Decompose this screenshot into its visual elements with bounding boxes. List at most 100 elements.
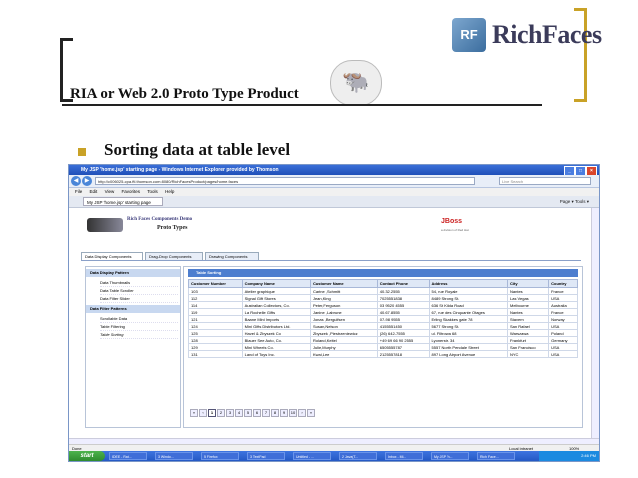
table-panel: Table Sorting Customer Number Company Nam… — [183, 266, 583, 428]
demo-title: Rich Faces Components Demo — [127, 217, 193, 222]
table-cell: San Francisco — [506, 343, 550, 351]
menu-edit[interactable]: Edit — [90, 189, 98, 194]
pager-button[interactable]: ‹ — [199, 409, 207, 417]
menu-favorites[interactable]: Favorites — [122, 189, 141, 194]
table-cell: 7025551838 — [376, 294, 430, 302]
pager-button[interactable]: 4 — [235, 409, 243, 417]
table-row[interactable]: 114 Australian Collectors, Co. Peter,Fergu… — [188, 301, 578, 309]
nav-data-table-scroller[interactable]: Data Table Scroller — [100, 287, 178, 295]
table-cell: Melbourne — [506, 301, 550, 309]
table-cell: 54, rue Royale — [428, 287, 509, 295]
pager-button[interactable]: 8 — [271, 409, 279, 417]
taskbar-item[interactable]: 5 Firefox — [201, 452, 239, 460]
url-input[interactable]: http://c006025-cpa.ftl.thomson.com:8080/… — [95, 177, 475, 185]
table-cell: Australian Collectors, Co. — [241, 301, 311, 309]
column-header[interactable]: Company Name — [241, 279, 311, 288]
tab-drawing[interactable]: Drawing Components — [205, 252, 259, 260]
table-row[interactable]: 125 Havel & Zbyszek Co Zbyszek ,Piestrzeni… — [188, 329, 578, 337]
pager-button[interactable]: 1 — [208, 409, 216, 417]
column-header[interactable]: Country — [548, 279, 578, 288]
tab-data-display[interactable]: Data Display Components — [81, 252, 143, 260]
table-cell: Havel & Zbyszek Co — [241, 329, 311, 337]
search-input[interactable]: Live Search — [499, 177, 591, 185]
bullet-square-icon — [78, 148, 86, 156]
taskbar-item[interactable]: Untitled - ... — [293, 452, 331, 460]
pager-button[interactable]: 6 — [253, 409, 261, 417]
table-row[interactable]: 119 La Rochelle Gifts Janine ,Labrune 40.67… — [188, 308, 578, 316]
menu-file[interactable]: File — [75, 189, 82, 194]
jboss-tagline: a division of Red Hat — [441, 228, 469, 232]
component-tabs: Data Display Components Drag-Drop Compon… — [81, 252, 581, 261]
panel-header-filter[interactable]: Data Filter Patterns — [86, 305, 180, 313]
pager-button[interactable]: 10 — [289, 409, 297, 417]
taskbar-item[interactable]: 3 Windo... — [155, 452, 193, 460]
vertical-scrollbar[interactable] — [591, 208, 599, 438]
nav-data-thumbnails[interactable]: Data Thumbnails — [100, 279, 178, 287]
table-cell: France — [548, 308, 578, 316]
menu-help[interactable]: Help — [165, 189, 174, 194]
table-row[interactable]: 124 Mini Gifts Distributors Ltd. Susan,Nel… — [188, 322, 578, 330]
system-clock: 2:46 PM — [539, 451, 599, 461]
table-row[interactable]: 131 Land of Toys Inc. Kwai,Lee 2125557818 89… — [188, 350, 578, 358]
table-cell: Norway — [548, 315, 578, 323]
taskbar-item[interactable]: Inbox - Mi... — [385, 452, 423, 460]
taskbar-item[interactable]: IDEE - Rat... — [109, 452, 147, 460]
browser-window: My JSP 'home.jsp' starting page - Window… — [68, 164, 600, 462]
table-row[interactable]: 121 Baane Mini Imports Jonas ,Bergulfsen 07… — [188, 315, 578, 323]
tab-drag-drop[interactable]: Drag-Drop Components — [145, 252, 203, 260]
nav-scrollable-data[interactable]: Scrollable Data — [100, 315, 178, 323]
table-cell: Mini Wheels Co. — [241, 343, 311, 351]
pager-button[interactable]: 7 — [262, 409, 270, 417]
table-row[interactable]: 112 Signal Gift Stores Jean,King 7025551838… — [188, 294, 578, 302]
menu-bar: File Edit View Favorites Tools Help — [69, 188, 599, 196]
column-header[interactable]: Customer Number — [188, 279, 243, 288]
page-tools-menu[interactable]: Page ▾ Tools ▾ — [560, 198, 589, 205]
table-cell: 2125557818 — [376, 350, 430, 358]
table-cell: Peter,Ferguson — [309, 301, 378, 309]
column-header[interactable]: Address — [428, 279, 509, 288]
demo-subtitle: Proto Types — [157, 225, 188, 231]
table-cell: Jean,King — [309, 294, 378, 302]
table-cell: Stavern — [506, 315, 550, 323]
pager-button[interactable]: 9 — [280, 409, 288, 417]
column-header[interactable]: Contact Phone — [376, 279, 430, 288]
page-content: Rich Faces Components Demo Proto Types J… — [69, 208, 591, 438]
nav-data-filter-slider[interactable]: Data Filter Slider — [100, 295, 178, 303]
nav-table-filtering[interactable]: Table Filtering — [100, 323, 178, 331]
pager-button[interactable]: 5 — [244, 409, 252, 417]
demo-logo-icon — [87, 218, 123, 232]
column-header[interactable]: Customer Name — [309, 279, 378, 288]
table-cell: Signal Gift Stores — [241, 294, 311, 302]
pager-button[interactable]: 2 — [217, 409, 225, 417]
pager-button[interactable]: 3 — [226, 409, 234, 417]
table-cell: 124 — [188, 322, 243, 330]
table-cell: 125 — [188, 329, 243, 337]
menu-view[interactable]: View — [105, 189, 115, 194]
taskbar-item[interactable]: 2 Java(T... — [339, 452, 377, 460]
taskbar-item[interactable]: 3 TextPad — [247, 452, 285, 460]
taskbar-item[interactable]: Rich Face... — [477, 452, 515, 460]
forward-icon[interactable]: ▶ — [82, 176, 92, 186]
back-icon[interactable]: ◀ — [71, 176, 81, 186]
start-button[interactable]: start — [69, 451, 105, 461]
taskbar-item[interactable]: My JSP 'h... — [431, 452, 469, 460]
nav-table-sorting[interactable]: Table Sorting — [100, 331, 178, 339]
table-row[interactable]: 129 Mini Wheels Co. Julie,Murphy 6505555787… — [188, 343, 578, 351]
panel-header-display[interactable]: Data Display Pattern — [86, 269, 180, 277]
table-cell: 121 — [188, 315, 243, 323]
table-cell: 128 — [188, 336, 243, 344]
pager-button[interactable]: » — [307, 409, 315, 417]
table-row[interactable]: 128 Blauer See Auto, Co. Roland,Keitel +49 … — [188, 336, 578, 344]
table-row[interactable]: 103 Atelier graphique Carine ,Schmitt 40.32… — [188, 287, 578, 295]
table-cell: Susan,Nelson — [309, 322, 378, 330]
table-cell: +49 69 66 90 2555 — [376, 336, 430, 344]
browser-tab[interactable]: My JSP 'home.jsp' starting page — [83, 197, 163, 206]
menu-tools[interactable]: Tools — [147, 189, 158, 194]
customer-table: Customer Number Company Name Customer Name… — [188, 279, 578, 358]
pager-button[interactable]: « — [190, 409, 198, 417]
column-header[interactable]: City — [506, 279, 550, 288]
left-nav-panel: Data Display Pattern Data Thumbnails Dat… — [85, 266, 181, 428]
table-cell: Zbyszek ,Piestrzeniewicz — [309, 329, 378, 337]
pager-button[interactable]: › — [298, 409, 306, 417]
table-cell: USA — [548, 343, 578, 351]
